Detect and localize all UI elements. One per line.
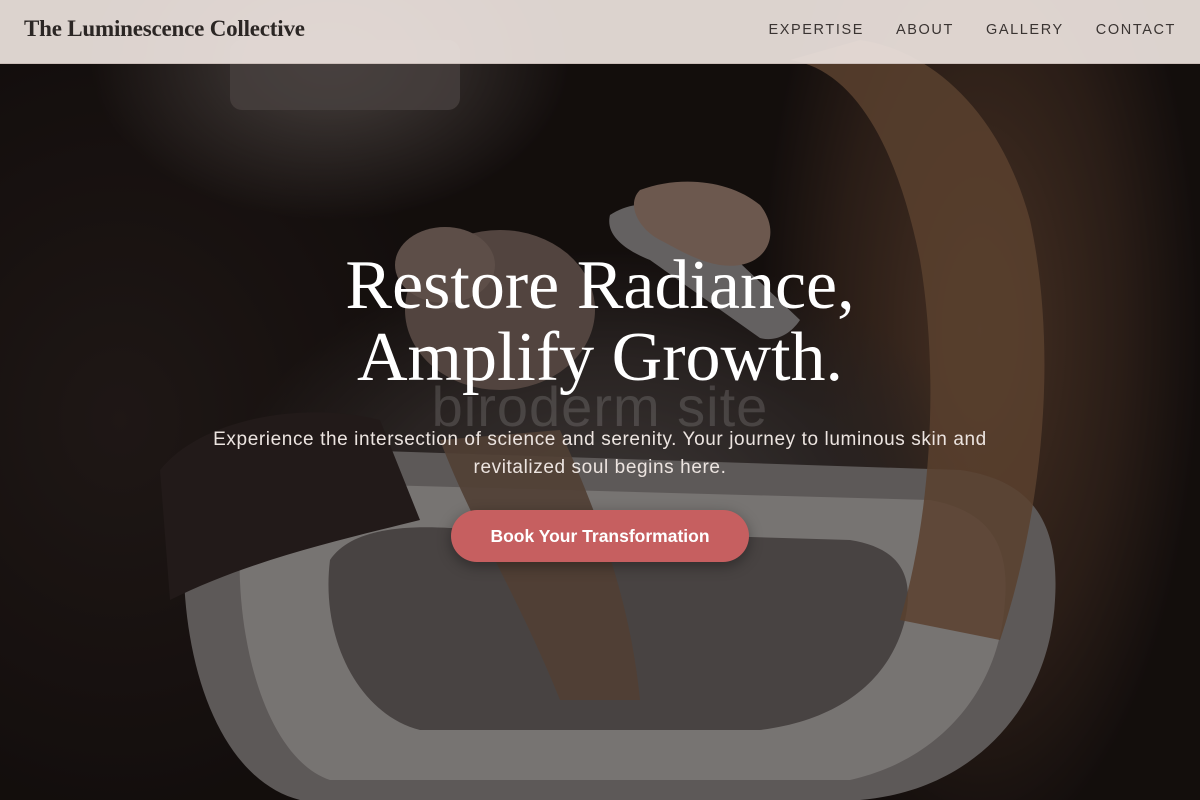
nav-item-gallery[interactable]: GALLERY (986, 22, 1064, 38)
hero-title: Restore Radiance, Amplify Growth. (0, 250, 1200, 394)
brand-logo-link[interactable]: The Luminescence Collective (24, 16, 305, 42)
nav-item-contact[interactable]: CONTACT (1096, 22, 1176, 38)
nav-item-about[interactable]: ABOUT (896, 22, 954, 38)
nav-item-expertise[interactable]: EXPERTISE (768, 22, 864, 38)
hero-title-line-1: Restore Radiance, (345, 247, 855, 324)
hero-subtitle: Experience the intersection of science a… (213, 429, 987, 478)
site-header: The Luminescence Collective EXPERTISE AB… (0, 0, 1200, 64)
hero-title-line-2: Amplify Growth. (356, 319, 844, 396)
hero-content: Restore Radiance, Amplify Growth. Experi… (0, 250, 1200, 562)
book-transformation-button[interactable]: Book Your Transformation (451, 510, 749, 562)
main-nav: EXPERTISE ABOUT GALLERY CONTACT (768, 22, 1176, 38)
hero-section: biroderm site Restore Radiance, Amplify … (0, 0, 1200, 800)
